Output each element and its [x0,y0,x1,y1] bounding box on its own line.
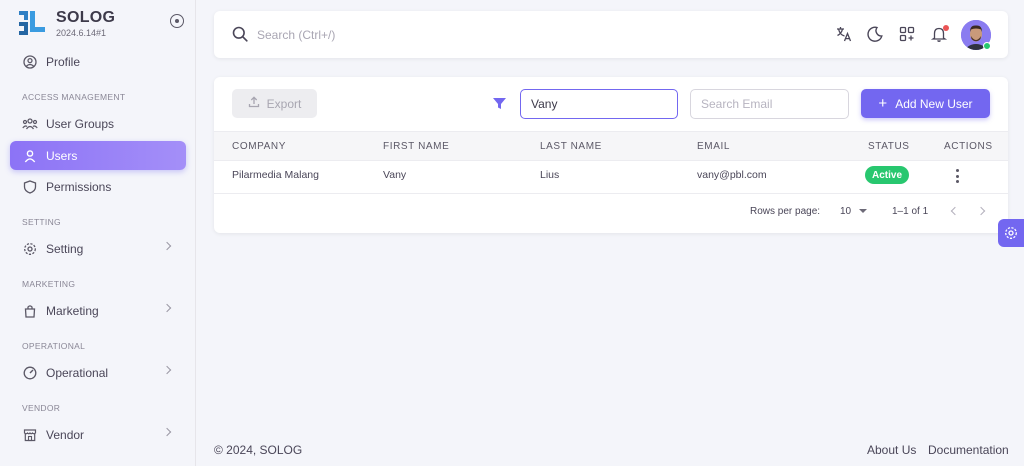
moon-icon[interactable] [865,24,885,44]
column-header-first-name[interactable]: FIRST NAME [383,141,449,152]
theme-customizer-button[interactable] [998,219,1024,247]
rows-per-page-value: 10 [840,206,852,217]
cell-first-name: Vany [383,169,407,181]
rows-per-page-select[interactable]: 10 [840,206,868,217]
chevron-right-icon [162,303,172,313]
section-setting: SETTING [22,217,61,227]
column-header-email[interactable]: EMAIL [697,141,730,152]
search-icon [232,26,248,42]
sidebar-item-label: User Groups [46,116,115,131]
section-access-management: ACCESS MANAGEMENT [22,92,126,102]
next-page-icon[interactable] [976,206,986,216]
email-search-input[interactable] [690,89,849,119]
online-status-dot [983,42,991,50]
footer-link-documentation[interactable]: Documentation [928,443,1009,457]
topbar [214,11,1008,58]
sidebar-item-profile[interactable]: Profile [10,47,186,76]
rows-per-page-label: Rows per page: [750,206,821,217]
section-vendor: VENDOR [22,403,61,413]
filter-icon[interactable] [492,96,507,111]
global-search-input[interactable] [257,25,557,45]
brand-name: SOLOG [56,9,116,26]
gauge-icon [22,365,38,381]
sidebar-item-marketing[interactable]: Marketing [10,296,186,325]
brand-version: 2024.6.14#1 [56,28,107,38]
gear-icon [22,241,38,257]
section-marketing: MARKETING [22,279,76,289]
footer-link-about[interactable]: About Us [867,443,916,457]
sidebar-toggle-icon[interactable] [170,14,184,28]
sidebar-item-label: Permissions [46,179,112,194]
add-new-user-label: Add New User [895,96,973,111]
export-label: Export [266,96,302,111]
export-button[interactable]: Export [232,89,317,118]
sidebar-item-vendor[interactable]: Vendor [10,420,186,449]
users-card: Export + Add New User COMPANY FIRST NAME… [214,77,1008,233]
chevron-right-icon [162,365,172,375]
chevron-right-icon [162,241,172,251]
sidebar-item-user-groups[interactable]: User Groups [10,109,186,138]
cell-last-name: Lius [540,169,560,181]
prev-page-icon[interactable] [950,206,960,216]
store-icon [22,427,38,443]
name-filter-input[interactable] [520,89,678,119]
caret-down-icon [859,209,868,214]
sidebar-item-label: Profile [46,54,81,69]
upload-icon [248,96,260,111]
column-header-actions: ACTIONS [944,141,993,152]
sidebar-item-label: Setting [46,241,84,256]
sologo-logo [19,11,45,35]
user-icon [22,148,38,164]
users-group-icon [22,116,38,132]
notification-dot [943,25,949,31]
shopping-bag-icon [22,303,38,319]
table-header: COMPANY FIRST NAME LAST NAME EMAIL STATU… [214,131,1008,161]
shield-icon [22,179,38,195]
sidebar-item-permissions[interactable]: Permissions [10,172,186,201]
brand[interactable]: SOLOG 2024.6.14#1 [16,7,188,41]
column-header-status[interactable]: STATUS [868,141,910,152]
pagination-range: 1–1 of 1 [892,206,929,217]
apps-grid-icon[interactable] [897,24,917,44]
footer-copyright: © 2024, SOLOG [214,443,303,457]
more-vertical-icon[interactable] [954,168,960,184]
column-header-company[interactable]: COMPANY [232,141,286,152]
sidebar: SOLOG 2024.6.14#1 Profile ACCESS MANAGEM… [0,0,196,466]
user-circle-icon [22,54,38,70]
cell-email: vany@pbl.com [697,169,767,181]
cell-company: Pilarmedia Malang [232,169,319,181]
column-header-last-name[interactable]: LAST NAME [540,141,602,152]
sidebar-item-label: Users [46,148,78,163]
chevron-right-icon [162,427,172,437]
table-row[interactable]: Pilarmedia Malang Vany Lius vany@pbl.com… [214,161,1008,194]
sidebar-item-setting[interactable]: Setting [10,234,186,263]
add-new-user-button[interactable]: + Add New User [861,89,990,118]
gear-icon [1005,227,1017,239]
status-badge: Active [865,166,909,184]
translate-icon[interactable] [834,24,854,44]
sidebar-item-label: Vendor [46,427,85,442]
sidebar-item-label: Marketing [46,303,99,318]
sidebar-item-label: Operational [46,365,109,380]
sidebar-item-users[interactable]: Users [10,141,186,170]
section-operational: OPERATIONAL [22,341,86,351]
plus-icon: + [878,95,888,112]
sidebar-item-operational[interactable]: Operational [10,358,186,387]
